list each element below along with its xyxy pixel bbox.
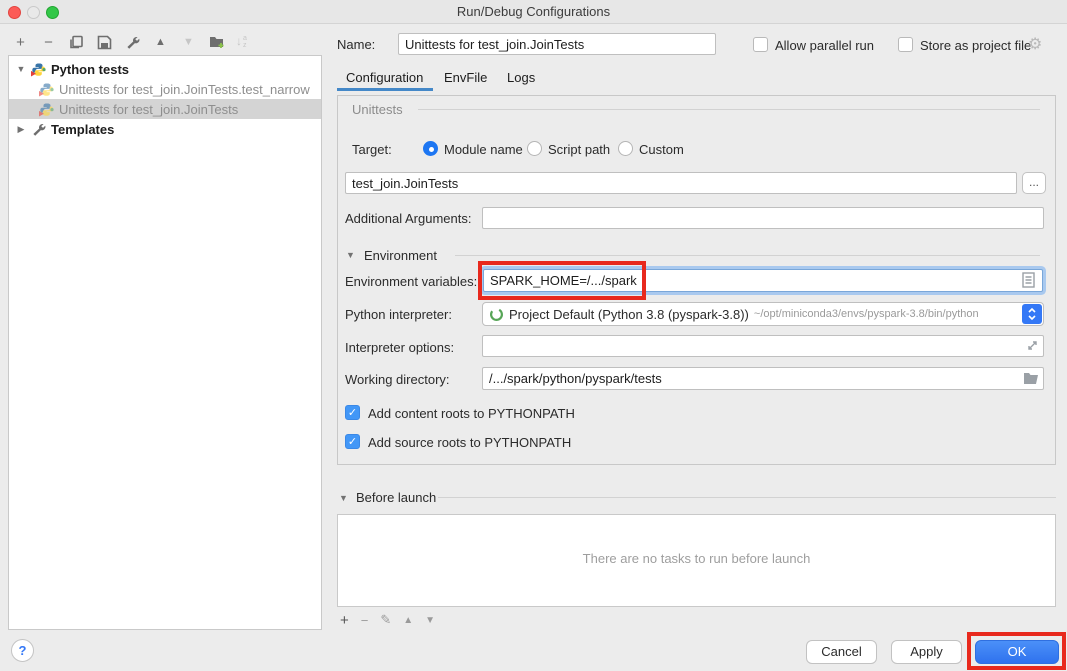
tree-item-label: Templates — [51, 122, 114, 137]
before-launch-tasks-panel: There are no tasks to run before launch — [337, 514, 1056, 607]
help-button[interactable]: ? — [11, 639, 34, 662]
target-script-path-radio[interactable] — [527, 141, 542, 156]
python-test-icon — [39, 102, 54, 117]
add-configuration-icon[interactable]: + — [12, 34, 29, 51]
additional-arguments-label: Additional Arguments: — [345, 211, 471, 226]
working-directory-label: Working directory: — [345, 372, 450, 387]
environment-variables-label: Environment variables: — [345, 274, 477, 289]
target-value-input[interactable] — [345, 172, 1017, 194]
no-tasks-message: There are no tasks to run before launch — [338, 551, 1055, 566]
unittests-group-label: Unittests — [352, 102, 403, 117]
create-folder-icon[interactable] — [208, 34, 225, 51]
store-as-project-file-checkbox[interactable] — [898, 37, 913, 52]
environment-section-caret-icon[interactable]: ▼ — [346, 250, 355, 260]
python-interpreter-label: Python interpreter: — [345, 307, 452, 322]
add-task-icon[interactable]: + — [340, 612, 349, 629]
before-launch-label: Before launch — [356, 490, 436, 505]
target-module-name-radio[interactable] — [423, 141, 438, 156]
copy-configuration-icon[interactable] — [68, 34, 85, 51]
add-content-roots-label: Add content roots to PYTHONPATH — [368, 406, 575, 421]
browse-target-button[interactable]: ... — [1022, 172, 1046, 194]
tree-item-label: Python tests — [51, 62, 129, 77]
interpreter-dropdown-stepper-icon[interactable] — [1022, 304, 1042, 324]
window-title: Run/Debug Configurations — [0, 4, 1067, 19]
sort-configurations-icon: ↓az — [236, 35, 247, 49]
active-tab-indicator — [337, 88, 433, 91]
allow-parallel-run-label: Allow parallel run — [775, 38, 874, 53]
titlebar: Run/Debug Configurations — [0, 0, 1067, 24]
caret-collapsed-icon[interactable]: ▶ — [15, 124, 27, 135]
conda-env-icon — [489, 307, 504, 322]
expand-field-icon[interactable] — [1026, 339, 1039, 355]
allow-parallel-run-checkbox[interactable] — [753, 37, 768, 52]
python-interpreter-value: Project Default (Python 3.8 (pyspark-3.8… — [509, 307, 749, 322]
tab-logs[interactable]: Logs — [507, 70, 535, 85]
additional-arguments-input[interactable] — [482, 207, 1044, 229]
configurations-toolbar: + − ▲ ▼ ↓az — [12, 31, 247, 53]
cancel-button[interactable]: Cancel — [806, 640, 877, 664]
edit-templates-icon[interactable] — [124, 34, 141, 51]
name-label: Name: — [337, 37, 375, 52]
python-test-icon — [39, 82, 54, 97]
interpreter-options-label: Interpreter options: — [345, 340, 454, 355]
run-debug-configurations-dialog: Run/Debug Configurations + − ▲ ▼ ↓az ▼ P… — [0, 0, 1067, 671]
name-input[interactable] — [398, 33, 716, 55]
ok-button[interactable]: OK — [975, 640, 1059, 664]
tasks-toolbar: + − ✎ ▲ ▼ — [340, 611, 435, 629]
tree-item-templates[interactable]: ▶ Templates — [9, 119, 321, 139]
target-script-path-label: Script path — [548, 142, 610, 157]
remove-configuration-icon[interactable]: − — [40, 34, 57, 51]
env-vars-browse-icon[interactable] — [1022, 272, 1035, 291]
tree-item-unittest-jointests[interactable]: Unittests for test_join.JoinTests — [9, 99, 321, 119]
move-down-icon: ▼ — [180, 34, 197, 51]
target-module-name-label: Module name — [444, 142, 523, 157]
tree-item-python-tests[interactable]: ▼ Python tests — [9, 59, 321, 79]
python-tests-icon — [31, 62, 46, 77]
tab-configuration[interactable]: Configuration — [346, 70, 423, 85]
tab-envfile[interactable]: EnvFile — [444, 70, 487, 85]
working-directory-folder-icon[interactable] — [1023, 371, 1039, 387]
interpreter-options-input[interactable] — [482, 335, 1044, 357]
add-source-roots-label: Add source roots to PYTHONPATH — [368, 435, 571, 450]
tree-item-label: Unittests for test_join.JoinTests — [59, 102, 238, 117]
environment-variables-input[interactable] — [483, 269, 1043, 292]
python-interpreter-path: ~/opt/miniconda3/envs/pyspark-3.8/bin/py… — [754, 308, 979, 320]
caret-expanded-icon[interactable]: ▼ — [15, 64, 27, 74]
target-custom-radio[interactable] — [618, 141, 633, 156]
move-task-up-icon: ▲ — [403, 615, 413, 626]
store-options-gear-icon[interactable]: ⚙ — [1028, 34, 1042, 54]
move-task-down-icon: ▼ — [425, 615, 435, 626]
remove-task-icon: − — [361, 613, 369, 628]
templates-wrench-icon — [31, 122, 46, 137]
store-as-project-file-label: Store as project file — [920, 38, 1031, 53]
apply-button[interactable]: Apply — [891, 640, 962, 664]
configurations-tree: ▼ Python tests Unittests for test_join.J… — [8, 55, 322, 630]
before-launch-caret-icon[interactable]: ▼ — [339, 493, 348, 503]
python-interpreter-select[interactable]: Project Default (Python 3.8 (pyspark-3.8… — [482, 302, 1044, 326]
target-label: Target: — [352, 142, 392, 157]
move-up-icon[interactable]: ▲ — [152, 34, 169, 51]
working-directory-input[interactable] — [482, 367, 1044, 390]
target-custom-label: Custom — [639, 142, 684, 157]
save-configuration-icon[interactable] — [96, 34, 113, 51]
edit-task-icon: ✎ — [380, 612, 391, 628]
tree-item-unittest-narrow[interactable]: Unittests for test_join.JoinTests.test_n… — [9, 79, 321, 99]
tree-item-label: Unittests for test_join.JoinTests.test_n… — [59, 82, 310, 97]
add-content-roots-checkbox[interactable]: ✓ — [345, 405, 360, 420]
environment-section-label: Environment — [364, 248, 437, 263]
add-source-roots-checkbox[interactable]: ✓ — [345, 434, 360, 449]
